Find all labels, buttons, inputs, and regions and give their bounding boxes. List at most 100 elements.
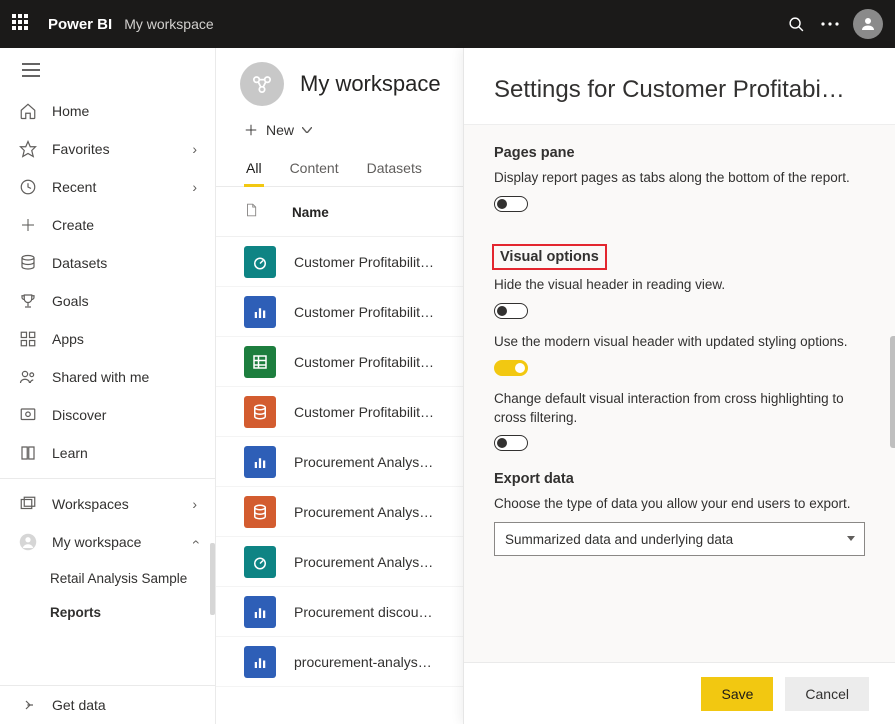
nav-home[interactable]: Home <box>0 92 215 130</box>
item-name: Procurement discou… <box>294 604 433 620</box>
pages-pane-toggle[interactable] <box>494 196 528 212</box>
item-name: procurement-analys… <box>294 654 432 670</box>
report-tile-icon <box>244 596 276 628</box>
workspaces-icon <box>18 495 38 513</box>
top-header: Power BI My workspace <box>0 0 895 48</box>
hide-header-toggle[interactable] <box>494 303 528 319</box>
search-icon[interactable] <box>779 7 813 41</box>
apps-icon <box>18 330 38 348</box>
nav-favorites[interactable]: Favorites › <box>0 130 215 168</box>
visual-opt1-desc: Hide the visual header in reading view. <box>494 276 865 295</box>
section-pages-pane: Pages pane <box>494 145 865 161</box>
workspace-title: My workspace <box>300 71 441 97</box>
nav-sub-reports[interactable]: Reports <box>0 595 215 629</box>
chevron-right-icon: › <box>192 496 197 512</box>
chevron-right-icon: › <box>192 141 197 157</box>
report-tile-icon <box>244 646 276 678</box>
panel-scrollbar[interactable] <box>890 336 895 448</box>
avatar[interactable] <box>853 9 883 39</box>
star-icon <box>18 140 38 158</box>
nav-goals[interactable]: Goals <box>0 282 215 320</box>
item-name: Procurement Analys… <box>294 504 433 520</box>
book-icon <box>18 444 38 462</box>
item-name: Customer Profitabilit… <box>294 354 434 370</box>
settings-panel: Settings for Customer Profitabi… Pages p… <box>463 48 895 724</box>
workspace-avatar-icon <box>240 62 284 106</box>
nav-label: Home <box>52 103 89 119</box>
database-icon <box>18 254 38 272</box>
nav-learn[interactable]: Learn <box>0 434 215 472</box>
dataset-tile-icon <box>244 496 276 528</box>
tab-datasets[interactable]: Datasets <box>365 152 424 186</box>
nav-label: Apps <box>52 331 84 347</box>
nav-apps[interactable]: Apps <box>0 320 215 358</box>
app-launcher-icon[interactable] <box>12 14 32 34</box>
workspace-breadcrumb[interactable]: My workspace <box>124 16 213 32</box>
nav-label: My workspace <box>52 534 141 550</box>
dashboard-tile-icon <box>244 246 276 278</box>
getdata-icon <box>18 697 38 713</box>
person-icon <box>18 533 38 551</box>
chevron-right-icon: › <box>192 179 197 195</box>
new-label: New <box>266 122 294 138</box>
nav-label: Datasets <box>52 255 107 271</box>
nav-separator <box>0 478 215 479</box>
home-icon <box>18 102 38 120</box>
nav-discover[interactable]: Discover <box>0 396 215 434</box>
panel-title: Settings for Customer Profitabi… <box>464 48 895 124</box>
hamburger-icon[interactable] <box>0 48 215 92</box>
people-icon <box>18 368 38 386</box>
nav-getdata[interactable]: Get data <box>0 686 215 724</box>
file-icon <box>244 201 258 224</box>
nav-workspaces[interactable]: Workspaces › <box>0 485 215 523</box>
dataset-tile-icon <box>244 396 276 428</box>
nav-recent[interactable]: Recent › <box>0 168 215 206</box>
cancel-button[interactable]: Cancel <box>785 677 869 711</box>
export-desc: Choose the type of data you allow your e… <box>494 495 865 514</box>
nav-label: Workspaces <box>52 496 129 512</box>
scrollbar-thumb[interactable] <box>210 543 215 615</box>
nav-label: Create <box>52 217 94 233</box>
report-tile-icon <box>244 446 276 478</box>
nav-label: Favorites <box>52 141 110 157</box>
left-nav: Home Favorites › Recent › Create Dataset… <box>0 48 216 724</box>
nav-create[interactable]: Create <box>0 206 215 244</box>
report-tile-icon <box>244 296 276 328</box>
item-name: Customer Profitabilit… <box>294 254 434 270</box>
modern-header-toggle[interactable] <box>494 360 528 376</box>
workbook-tile-icon <box>244 346 276 378</box>
compass-icon <box>18 406 38 424</box>
dashboard-tile-icon <box>244 546 276 578</box>
visual-opt2-desc: Use the modern visual header with update… <box>494 333 865 352</box>
item-name: Procurement Analys… <box>294 454 433 470</box>
nav-label: Discover <box>52 407 106 423</box>
chevron-down-icon <box>302 127 312 133</box>
trophy-icon <box>18 292 38 310</box>
cross-filter-toggle[interactable] <box>494 435 528 451</box>
item-name: Customer Profitabilit… <box>294 304 434 320</box>
nav-shared[interactable]: Shared with me <box>0 358 215 396</box>
column-name[interactable]: Name <box>292 205 329 220</box>
save-button[interactable]: Save <box>701 677 773 711</box>
plus-icon <box>18 217 38 233</box>
tab-all[interactable]: All <box>244 152 264 186</box>
tab-content[interactable]: Content <box>288 152 341 186</box>
nav-label: Learn <box>52 445 88 461</box>
nav-sub-retail[interactable]: Retail Analysis Sample <box>0 561 215 595</box>
export-select[interactable]: Summarized data and underlying data <box>494 522 865 556</box>
nav-label: Shared with me <box>52 369 149 385</box>
more-icon[interactable] <box>813 7 847 41</box>
item-name: Customer Profitabilit… <box>294 404 434 420</box>
section-visual-options: Visual options <box>494 246 605 268</box>
clock-icon <box>18 178 38 196</box>
section-export: Export data <box>494 471 865 487</box>
item-name: Procurement Analys… <box>294 554 433 570</box>
brand-label: Power BI <box>48 16 112 33</box>
pages-pane-desc: Display report pages as tabs along the b… <box>494 169 865 188</box>
visual-opt3-desc: Change default visual interaction from c… <box>494 390 865 428</box>
nav-label: Goals <box>52 293 89 309</box>
nav-label: Get data <box>52 697 106 713</box>
nav-datasets[interactable]: Datasets <box>0 244 215 282</box>
chevron-up-icon: › <box>187 540 203 545</box>
nav-myworkspace[interactable]: My workspace › <box>0 523 215 561</box>
